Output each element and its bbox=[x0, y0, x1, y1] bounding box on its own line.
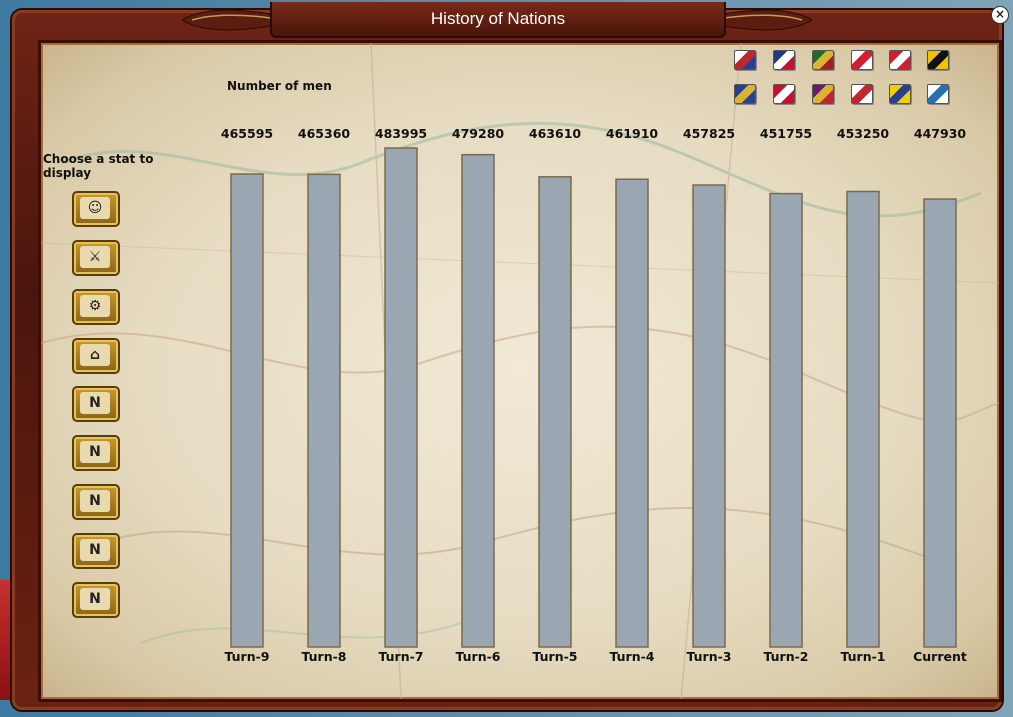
value-label: 453250 bbox=[837, 126, 889, 141]
turn-label: Turn-5 bbox=[532, 649, 577, 664]
bar-turn-9 bbox=[230, 173, 264, 648]
bar-turn-5 bbox=[538, 176, 572, 648]
bar-turn-3 bbox=[692, 184, 726, 648]
value-label: 461910 bbox=[606, 126, 658, 141]
bar-turn-8 bbox=[307, 173, 341, 648]
value-label: 479280 bbox=[452, 126, 504, 141]
value-label: 451755 bbox=[760, 126, 812, 141]
turn-label: Turn-6 bbox=[455, 649, 500, 664]
turn-label: Turn-7 bbox=[378, 649, 423, 664]
bar-turn-6 bbox=[461, 153, 495, 648]
turn-label: Current bbox=[913, 649, 967, 664]
value-label: 463610 bbox=[529, 126, 581, 141]
turn-label: Turn-3 bbox=[686, 649, 731, 664]
turn-label: Turn-2 bbox=[763, 649, 808, 664]
turn-label: Turn-9 bbox=[224, 649, 269, 664]
men-history-chart: 465595 Turn-9 465360 Turn-8 483995 Turn-7 4792… bbox=[221, 126, 967, 664]
value-label: 447930 bbox=[914, 126, 966, 141]
bar-turn-2 bbox=[769, 192, 803, 648]
bar-turn-7 bbox=[384, 147, 418, 648]
turn-label: Turn-1 bbox=[840, 649, 885, 664]
value-label: 457825 bbox=[683, 126, 735, 141]
bar-turn-1 bbox=[846, 190, 880, 648]
turn-label: Turn-8 bbox=[301, 649, 346, 664]
bar-turn-4 bbox=[615, 178, 649, 648]
bar-current bbox=[923, 198, 957, 648]
value-label: 465595 bbox=[221, 126, 273, 141]
value-label: 465360 bbox=[298, 126, 350, 141]
turn-label: Turn-4 bbox=[609, 649, 654, 664]
value-label: 483995 bbox=[375, 126, 427, 141]
